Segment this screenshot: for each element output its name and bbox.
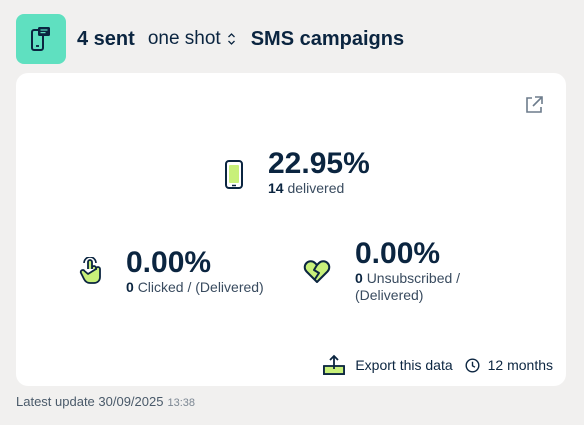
sent-count: 4 sent [77, 27, 135, 50]
stats-card: 22.95% 14 delivered 0.00% 0 Clicked / (D… [16, 73, 566, 386]
card-actions: Export this data 12 months [322, 354, 553, 376]
clock-icon [465, 357, 480, 373]
tap-hand-icon [78, 256, 104, 290]
delivered-count: 14 [268, 180, 284, 196]
unsubscribed-caption: 0 Unsubscribed / (Delivered) [355, 270, 505, 304]
clicked-caption: 0 Clicked / (Delivered) [126, 279, 264, 296]
clicked-label: Clicked / (Delivered) [137, 279, 264, 295]
clicked-rate: 0.00% [126, 246, 212, 279]
unsubscribed-metric: 0.00% 0 Unsubscribed / (Delivered) [303, 238, 505, 304]
campaign-type-dropdown[interactable]: one shot [148, 28, 236, 50]
delivered-rate: 22.95% [268, 147, 370, 180]
period-selector[interactable]: 12 months [465, 357, 553, 373]
unsubscribed-count: 0 [355, 270, 363, 286]
campaign-header: 4 sent one shot SMS campaigns [16, 14, 404, 64]
delivered-caption: 14 delivered [268, 180, 370, 197]
delivered-label: delivered [287, 180, 345, 196]
section-title: SMS campaigns [250, 27, 405, 50]
last-update: Latest update 30/09/2025 13:38 [16, 394, 195, 409]
clicked-metric: 0.00% 0 Clicked / (Delivered) [78, 247, 264, 296]
last-update-time: 13:38 [167, 397, 195, 409]
campaign-type-label: one shot [147, 28, 221, 49]
last-update-label: Latest update 30/09/2025 [16, 394, 164, 409]
export-upload-icon [323, 354, 346, 375]
broken-heart-icon [303, 260, 331, 289]
unsubscribed-label: Unsubscribed / (Delivered) [355, 270, 461, 303]
sms-phone-icon [16, 14, 66, 64]
clicked-count: 0 [126, 279, 134, 295]
export-data-button[interactable]: Export this data [322, 354, 453, 376]
delivered-metric: 22.95% 14 delivered [224, 148, 370, 197]
sort-arrows-icon [227, 33, 235, 45]
unsubscribed-rate: 0.00% [355, 237, 441, 270]
period-label: 12 months [487, 357, 553, 373]
phone-icon [224, 160, 244, 195]
export-data-label: Export this data [355, 357, 453, 373]
external-link-icon[interactable] [524, 95, 544, 115]
